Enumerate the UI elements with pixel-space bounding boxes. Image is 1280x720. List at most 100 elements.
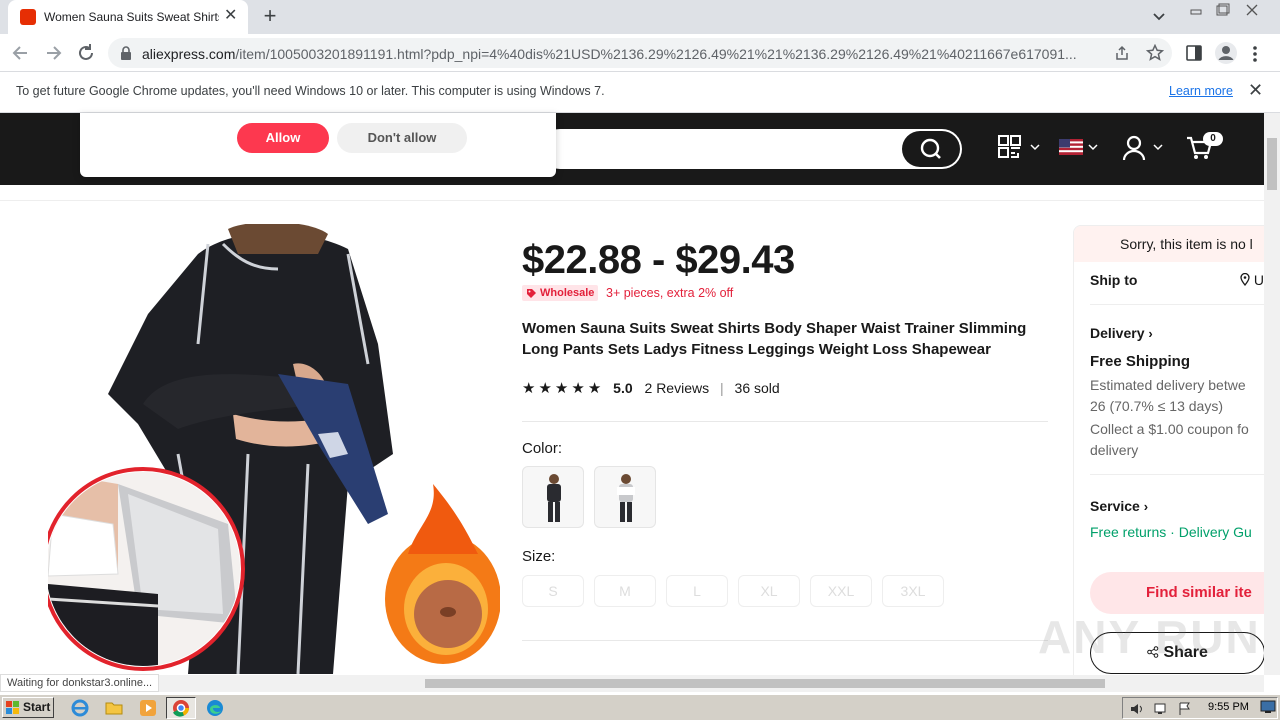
color-label: Color:	[522, 440, 563, 457]
reload-icon[interactable]	[75, 42, 97, 64]
new-tab-button[interactable]: +	[258, 4, 282, 28]
star-icon: ★	[571, 380, 585, 397]
chevron-right-icon: ›	[1143, 499, 1149, 514]
size-label: Size:	[522, 548, 556, 565]
coupon-line1: Collect a $1.00 coupon fo	[1090, 421, 1249, 437]
search-button[interactable]	[902, 131, 960, 167]
vertical-scroll-thumb[interactable]	[1267, 138, 1277, 190]
estimated-delivery-line2: 26 (70.7% ≤ 13 days)	[1090, 398, 1223, 414]
browser-tab[interactable]: Women Sauna Suits Sweat Shirts Bo ✕	[8, 0, 248, 34]
chrome-icon	[173, 700, 190, 717]
location-pin-icon	[1240, 273, 1250, 286]
start-label: Start	[23, 700, 51, 714]
horizontal-scroll-thumb[interactable]	[425, 679, 1105, 688]
sold-count: 36 sold	[734, 380, 780, 396]
dont-allow-button[interactable]: Don't allow	[337, 123, 467, 153]
divider-line	[522, 640, 1048, 641]
tab-title: Women Sauna Suits Sweat Shirts Bo	[44, 10, 219, 24]
window-close-button[interactable]	[1240, 2, 1264, 18]
header-divider	[0, 200, 1264, 201]
system-tray	[1122, 697, 1278, 719]
volume-icon	[1131, 704, 1142, 714]
delivery-guarantee-text: Delivery Gu	[1178, 524, 1252, 540]
rating-row: ★ ★ ★ ★ ★ 5.0 2 Reviews | 36 sold	[522, 378, 780, 398]
product-title: Women Sauna Suits Sweat Shirts Body Shap…	[522, 320, 1027, 358]
size-option-xxl[interactable]: XXL	[810, 575, 872, 607]
status-bar-text: Waiting for donkstar3.online...	[0, 674, 160, 692]
size-option-xl[interactable]: XL	[738, 575, 800, 607]
allow-button[interactable]: Allow	[237, 123, 329, 153]
us-flag-icon[interactable]	[1059, 139, 1101, 157]
size-option-s[interactable]: S	[522, 575, 584, 607]
size-option-3xl[interactable]: 3XL	[882, 575, 944, 607]
profile-avatar-icon[interactable]	[1214, 41, 1238, 65]
delivery-heading[interactable]: Delivery ›	[1090, 325, 1153, 341]
address-bar[interactable]: aliexpress.com/item/1005003201891191.htm…	[108, 38, 1172, 68]
learn-more-link[interactable]: Learn more	[1169, 84, 1233, 98]
color-swatch-silver[interactable]	[594, 466, 656, 528]
star-icon: ★	[522, 380, 536, 397]
star-icon: ★	[587, 380, 602, 397]
horizontal-scrollbar[interactable]	[0, 675, 1264, 692]
delivery-label: Delivery	[1090, 325, 1145, 341]
network-icon	[1154, 703, 1166, 714]
rating-value: 5.0	[613, 380, 633, 396]
ship-to-value: U	[1253, 272, 1264, 288]
bookmark-star-icon[interactable]	[1146, 44, 1164, 62]
ship-to-selector[interactable]: U	[1240, 272, 1264, 288]
panel-divider	[1090, 474, 1264, 475]
info-bar-message: To get future Google Chrome updates, you…	[16, 84, 605, 98]
windows-logo-icon	[6, 701, 19, 714]
windows-taskbar: Start 9:55 PM	[0, 694, 1280, 720]
taskbar-clock[interactable]: 9:55 PM	[1208, 701, 1249, 713]
start-button[interactable]: Start	[2, 697, 54, 718]
lock-icon[interactable]	[120, 46, 132, 60]
color-swatch-black[interactable]	[522, 466, 584, 528]
star-icon: ★	[538, 380, 552, 397]
flag-icon	[1179, 702, 1190, 715]
product-main-image[interactable]	[48, 224, 500, 674]
tab-close-icon[interactable]: ✕	[224, 8, 237, 24]
wholesale-discount-text: 3+ pieces, extra 2% off	[606, 286, 734, 300]
account-icon[interactable]	[1122, 134, 1166, 162]
free-shipping-label: Free Shipping	[1090, 353, 1191, 370]
divider-line	[522, 421, 1048, 422]
share-page-icon[interactable]	[1114, 45, 1130, 61]
search-input[interactable]	[540, 129, 962, 169]
url-domain: aliexpress.com	[142, 46, 236, 62]
find-similar-button[interactable]: Find similar ite	[1090, 572, 1264, 614]
service-heading[interactable]: Service ›	[1090, 498, 1148, 514]
wholesale-badge: Wholesale	[522, 285, 599, 301]
show-desktop-icon[interactable]	[1260, 699, 1276, 715]
notification-permission-popup: Allow Don't allow	[80, 113, 556, 177]
tab-search-chevron-icon[interactable]	[1152, 9, 1166, 23]
ship-to-label: Ship to	[1090, 272, 1138, 288]
url-text[interactable]: aliexpress.com/item/1005003201891191.htm…	[142, 46, 1102, 62]
size-option-m[interactable]: M	[594, 575, 656, 607]
service-text: Free returns · Delivery Gu	[1090, 524, 1252, 540]
anyrun-watermark: ANY RUN	[1038, 611, 1261, 663]
update-info-bar: To get future Google Chrome updates, you…	[0, 72, 1280, 113]
restore-button[interactable]	[1210, 2, 1234, 18]
free-returns-text: Free returns	[1090, 524, 1167, 540]
aliexpress-favicon-icon	[20, 9, 36, 25]
edge-icon[interactable]	[205, 698, 225, 718]
forward-arrow-icon[interactable]	[42, 42, 64, 64]
info-bar-close-icon[interactable]: ✕	[1248, 80, 1263, 101]
chrome-menu-icon[interactable]	[1252, 45, 1258, 63]
size-option-l[interactable]: L	[666, 575, 728, 607]
vertical-scrollbar[interactable]	[1264, 113, 1280, 675]
back-arrow-icon[interactable]	[10, 42, 32, 64]
internet-explorer-icon[interactable]	[70, 698, 90, 718]
search-icon	[920, 138, 941, 159]
estimated-delivery-line1: Estimated delivery betwe	[1090, 377, 1246, 393]
minimize-button[interactable]	[1184, 2, 1208, 18]
side-panel-icon[interactable]	[1186, 45, 1202, 61]
reviews-link[interactable]: 2 Reviews	[645, 380, 710, 396]
media-player-icon[interactable]	[138, 698, 158, 718]
browser-toolbar: aliexpress.com/item/1005003201891191.htm…	[0, 34, 1280, 72]
file-explorer-icon[interactable]	[104, 698, 124, 718]
chevron-right-icon: ›	[1148, 326, 1153, 341]
qr-code-icon[interactable]	[997, 134, 1043, 162]
chrome-taskbar-button[interactable]	[166, 697, 196, 719]
